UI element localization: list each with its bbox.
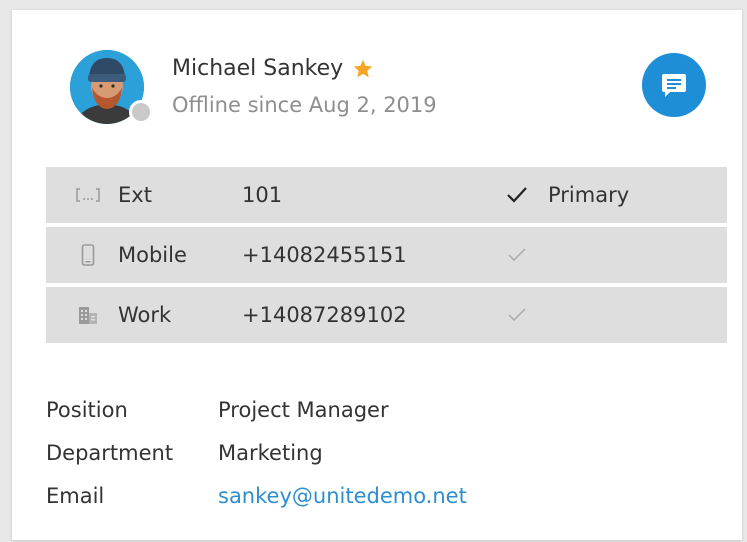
phone-number: +14082455151 bbox=[242, 243, 407, 267]
detail-row-email: Email sankey@unitedemo.net bbox=[46, 482, 646, 525]
phone-row-ext[interactable]: Ext 101 Primary bbox=[46, 167, 727, 223]
mobile-phone-icon bbox=[74, 243, 102, 267]
chat-bubble-icon bbox=[662, 74, 686, 97]
presence-status: Offline since Aug 2, 2019 bbox=[172, 93, 437, 117]
phone-number: +14087289102 bbox=[242, 303, 407, 327]
detail-label: Email bbox=[46, 484, 105, 508]
detail-row-department: Department Marketing bbox=[46, 439, 646, 482]
detail-label: Position bbox=[46, 398, 128, 422]
phone-row-work[interactable]: Work +14087289102 bbox=[46, 287, 727, 343]
phone-row-mobile[interactable]: Mobile +14082455151 bbox=[46, 227, 727, 283]
phone-type-label: Ext bbox=[118, 183, 152, 207]
presence-indicator bbox=[129, 100, 153, 124]
detail-value: Project Manager bbox=[218, 398, 389, 422]
detail-row-position: Position Project Manager bbox=[46, 396, 646, 439]
detail-value: Marketing bbox=[218, 441, 323, 465]
name-row: Michael Sankey bbox=[172, 56, 374, 82]
set-primary-check-icon[interactable] bbox=[506, 245, 528, 265]
detail-label: Department bbox=[46, 441, 174, 465]
contact-details: Position Project Manager Department Mark… bbox=[46, 396, 646, 525]
phone-type-label: Work bbox=[118, 303, 172, 327]
phone-type-label: Mobile bbox=[118, 243, 187, 267]
phone-list: Ext 101 Primary Mobile +14082455151 Work… bbox=[46, 167, 727, 347]
favorite-star-icon[interactable] bbox=[352, 58, 374, 80]
extension-icon bbox=[74, 183, 102, 207]
primary-check-icon[interactable] bbox=[506, 185, 528, 205]
contact-card: Michael Sankey Offline since Aug 2, 2019 bbox=[12, 10, 742, 540]
building-icon bbox=[74, 303, 102, 327]
primary-label: Primary bbox=[548, 183, 630, 207]
contact-header: Michael Sankey Offline since Aug 2, 2019 bbox=[12, 10, 742, 160]
set-primary-check-icon[interactable] bbox=[506, 305, 528, 325]
phone-number: 101 bbox=[242, 183, 283, 207]
chat-button[interactable] bbox=[642, 53, 706, 117]
contact-name: Michael Sankey bbox=[172, 56, 344, 81]
email-link[interactable]: sankey@unitedemo.net bbox=[218, 482, 467, 510]
